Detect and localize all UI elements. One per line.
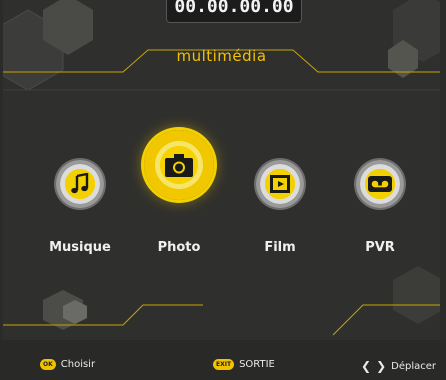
left-arrow-icon: ❮ <box>361 359 372 373</box>
footer-bar: OK Choisir EXIT SORTIE ❮ ❯ Déplacer <box>0 340 446 380</box>
film-icon <box>270 175 290 193</box>
film-circle <box>256 160 304 208</box>
tape-recorder-icon <box>368 176 392 192</box>
photo-circle-selected <box>144 130 214 200</box>
menu-item-pvr[interactable]: PVR <box>335 140 425 270</box>
hint-sortie-label: SORTIE <box>239 359 275 370</box>
menu-item-musique[interactable]: Musique <box>35 140 125 270</box>
hint-deplacer-label: Déplacer <box>391 360 436 372</box>
page-title: multimédia <box>176 47 267 65</box>
ok-key-icon: OK <box>40 359 56 370</box>
hint-sortie[interactable]: EXIT SORTIE <box>213 359 275 370</box>
music-note-icon <box>71 173 89 194</box>
menu-item-film[interactable]: Film <box>235 140 325 270</box>
menu-label-pvr: PVR <box>365 240 395 255</box>
menu-label-photo: Photo <box>157 240 201 255</box>
camera-icon <box>165 154 193 177</box>
hint-deplacer[interactable]: ❮ ❯ Déplacer <box>361 359 436 373</box>
hint-choisir-label: Choisir <box>60 359 96 370</box>
clock-display: 00.00.00.00 <box>166 0 302 23</box>
menu-label-musique: Musique <box>49 240 111 255</box>
multimedia-screen: 00.00.00.00 multimédia Musique Photo Fil… <box>3 0 440 340</box>
musique-circle <box>56 160 104 208</box>
right-arrow-icon: ❯ <box>376 359 387 373</box>
hint-choisir[interactable]: OK Choisir <box>40 359 95 370</box>
exit-key-icon: EXIT <box>213 359 235 370</box>
pvr-circle <box>356 160 404 208</box>
menu-label-film: Film <box>264 240 296 255</box>
menu-item-photo[interactable]: Photo <box>134 130 224 270</box>
